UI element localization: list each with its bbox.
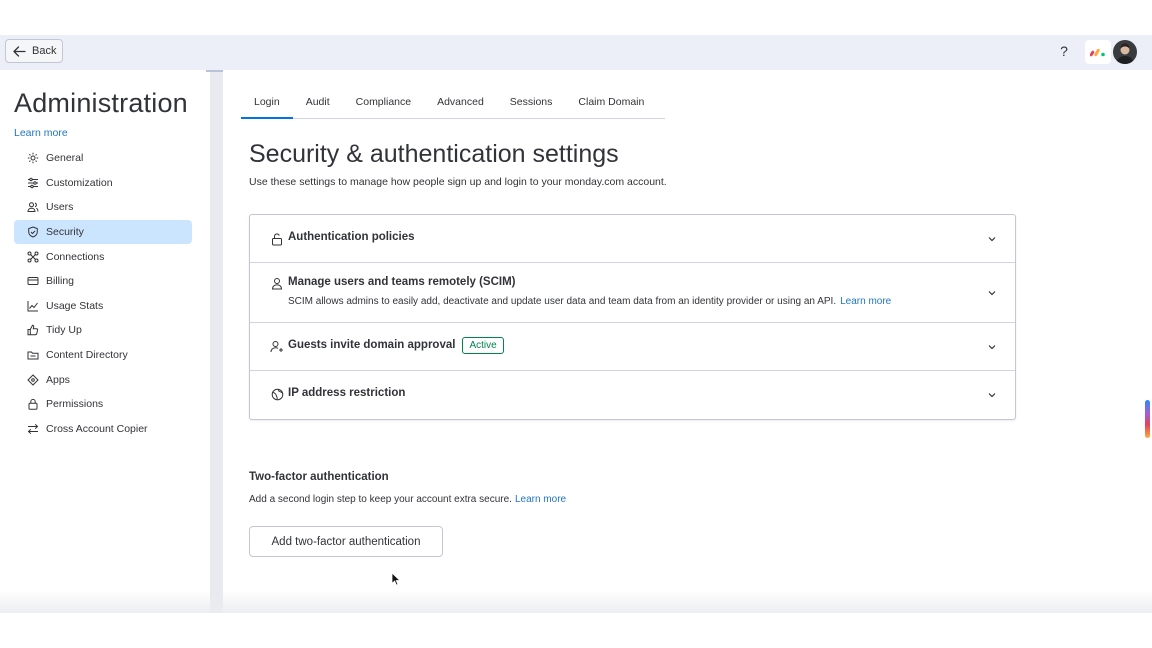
accordion-title: IP address restriction bbox=[288, 387, 406, 399]
chevron-down-icon[interactable] bbox=[987, 390, 997, 400]
chevron-down-icon[interactable] bbox=[987, 288, 997, 298]
chart-line-icon bbox=[26, 299, 39, 312]
security-settings-accordion: Authentication policies Manage users and… bbox=[249, 214, 1016, 420]
sidebar-item-cross-account-copier[interactable]: Cross Account Copier bbox=[14, 417, 192, 442]
status-badge: Active bbox=[462, 337, 504, 354]
two-factor-title: Two-factor authentication bbox=[249, 471, 389, 483]
sidebar-title: Administration bbox=[14, 88, 188, 118]
folder-icon bbox=[26, 349, 39, 362]
lock-icon bbox=[26, 398, 39, 411]
credit-card-icon bbox=[26, 275, 39, 288]
sidebar-nav: General Customization Users Security Con… bbox=[14, 146, 192, 441]
globe-icon bbox=[270, 387, 284, 401]
two-factor-learn-more-link[interactable]: Learn more bbox=[515, 494, 566, 505]
sliders-icon bbox=[26, 176, 39, 189]
sidebar-item-label: Security bbox=[46, 226, 84, 239]
monday-logo-icon[interactable] bbox=[1085, 40, 1111, 64]
person-add-icon bbox=[270, 339, 284, 353]
scim-description-text: SCIM allows admins to easily add, deacti… bbox=[288, 296, 837, 307]
sidebar-item-permissions[interactable]: Permissions bbox=[14, 392, 192, 417]
add-two-factor-button[interactable]: Add two-factor authentication bbox=[249, 526, 443, 557]
thumbs-up-icon bbox=[26, 324, 39, 337]
sidebar-item-label: Users bbox=[46, 201, 74, 214]
back-button-label: Back bbox=[32, 45, 57, 57]
accordion-title: Guests invite domain approval Active bbox=[288, 337, 504, 354]
sidebar-item-security[interactable]: Security bbox=[14, 219, 192, 245]
scim-learn-more-link[interactable]: Learn more bbox=[840, 296, 891, 307]
tab-claim-domain[interactable]: Claim Domain bbox=[565, 90, 657, 118]
sidebar-item-usage-stats[interactable]: Usage Stats bbox=[14, 294, 192, 319]
main-content: Login Audit Compliance Advanced Sessions… bbox=[223, 70, 1152, 613]
sidebar-item-users[interactable]: Users bbox=[14, 195, 192, 220]
avatar[interactable] bbox=[1113, 40, 1137, 64]
sidebar-item-label: Customization bbox=[46, 176, 113, 189]
sidebar-item-label: Tidy Up bbox=[46, 324, 82, 337]
sidebar-item-label: Content Directory bbox=[46, 349, 128, 362]
accordion-scim[interactable]: Manage users and teams remotely (SCIM) S… bbox=[250, 263, 1015, 323]
sidebar-item-connections[interactable]: Connections bbox=[14, 244, 192, 269]
sidebar-item-general[interactable]: General bbox=[14, 146, 192, 171]
tab-audit[interactable]: Audit bbox=[293, 90, 343, 118]
two-factor-subtitle: Add a second login step to keep your acc… bbox=[249, 494, 566, 505]
sidebar-item-customization[interactable]: Customization bbox=[14, 171, 192, 196]
accordion-title: Authentication policies bbox=[288, 231, 415, 243]
sidebar-item-billing[interactable]: Billing bbox=[14, 269, 192, 294]
tab-sessions[interactable]: Sessions bbox=[497, 90, 566, 118]
puzzle-icon bbox=[26, 373, 39, 386]
sidebar-resize-handle[interactable] bbox=[206, 70, 227, 613]
users-icon bbox=[26, 201, 39, 214]
chevron-down-icon[interactable] bbox=[987, 234, 997, 244]
page-subtitle: Use these settings to manage how people … bbox=[249, 176, 667, 188]
page-title: Security & authentication settings bbox=[249, 140, 619, 168]
two-factor-subtitle-text: Add a second login step to keep your acc… bbox=[249, 494, 512, 505]
accordion-title: Manage users and teams remotely (SCIM) bbox=[288, 276, 516, 288]
gear-icon bbox=[26, 152, 39, 165]
tab-advanced[interactable]: Advanced bbox=[424, 90, 497, 118]
person-icon bbox=[270, 276, 284, 290]
accordion-guests-invite-domain-approval[interactable]: Guests invite domain approval Active bbox=[250, 323, 1015, 371]
connections-icon bbox=[26, 250, 39, 263]
sidebar-learn-more-link[interactable]: Learn more bbox=[14, 127, 68, 139]
sidebar-item-content-directory[interactable]: Content Directory bbox=[14, 343, 192, 368]
sidebar-item-label: Usage Stats bbox=[46, 299, 104, 312]
tab-compliance[interactable]: Compliance bbox=[343, 90, 424, 118]
help-icon[interactable]: ? bbox=[1056, 42, 1072, 60]
guests-title-text: Guests invite domain approval bbox=[288, 339, 456, 351]
shield-icon bbox=[26, 226, 39, 239]
lock-open-icon bbox=[270, 232, 284, 246]
sidebar-item-tidy-up[interactable]: Tidy Up bbox=[14, 318, 192, 343]
accordion-description: SCIM allows admins to easily add, deacti… bbox=[288, 296, 891, 307]
mouse-cursor-icon bbox=[391, 572, 401, 586]
chevron-down-icon[interactable] bbox=[987, 342, 997, 352]
sidebar-item-label: Permissions bbox=[46, 398, 104, 411]
top-bar: Back ? bbox=[0, 35, 1152, 70]
sidebar-item-label: Connections bbox=[46, 250, 105, 263]
accordion-authentication-policies[interactable]: Authentication policies bbox=[250, 215, 1015, 263]
sidebar-item-label: Apps bbox=[46, 373, 70, 386]
sidebar-item-apps[interactable]: Apps bbox=[14, 367, 192, 392]
sidebar-item-label: General bbox=[46, 152, 84, 165]
arrows-swap-icon bbox=[26, 422, 39, 435]
sidebar-item-label: Cross Account Copier bbox=[46, 422, 148, 435]
tab-bar: Login Audit Compliance Advanced Sessions… bbox=[241, 90, 665, 119]
sidebar-item-label: Billing bbox=[46, 275, 75, 288]
arrow-left-icon bbox=[13, 45, 26, 57]
back-button[interactable]: Back bbox=[5, 39, 63, 63]
tab-login[interactable]: Login bbox=[241, 90, 293, 119]
sidebar: Administration Learn more General Custom… bbox=[0, 70, 210, 613]
scroll-indicator[interactable] bbox=[1145, 400, 1150, 438]
accordion-ip-address-restriction[interactable]: IP address restriction bbox=[250, 371, 1015, 419]
